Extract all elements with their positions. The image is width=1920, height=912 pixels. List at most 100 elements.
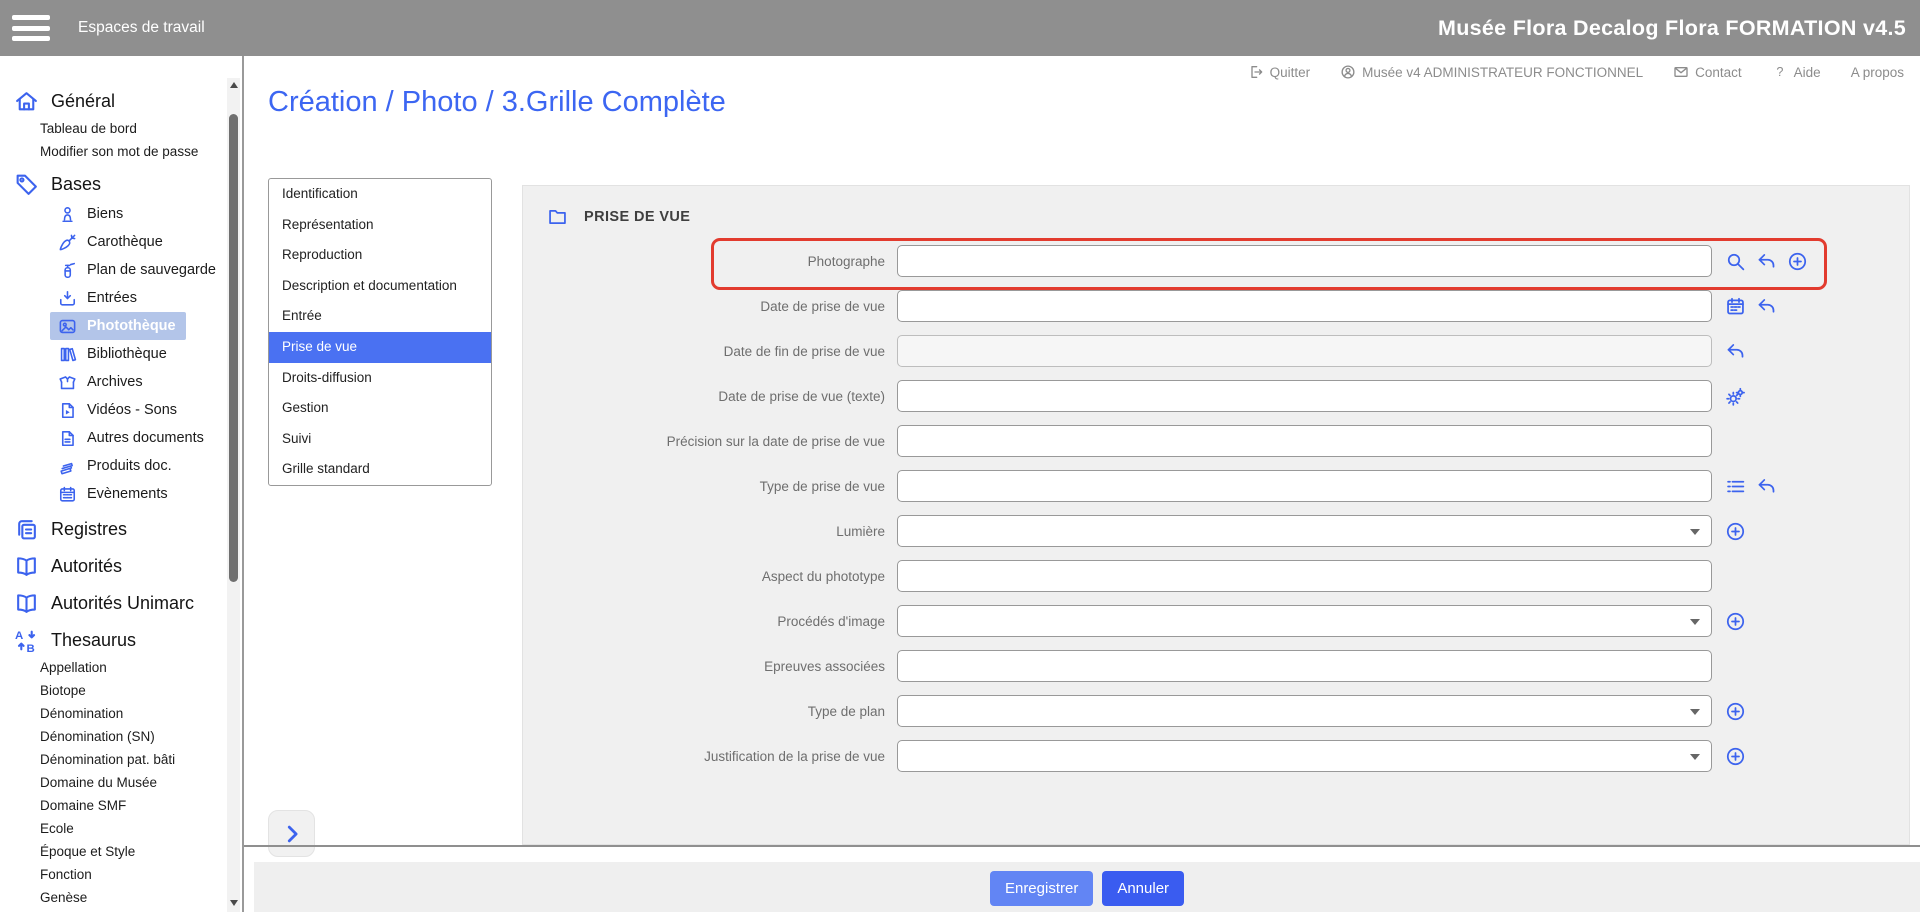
sidebar-item-plan-de-sauvegarde[interactable]: Plan de sauvegarde xyxy=(50,256,226,284)
sidebar-item-videos-sons[interactable]: Vidéos - Sons xyxy=(50,396,187,424)
input-date-de-prise-de-vue-texte[interactable] xyxy=(897,380,1712,412)
sidebar-item-produits-doc[interactable]: Produits doc. xyxy=(50,452,182,480)
calendar-grid-icon xyxy=(58,485,77,504)
svg-text:B: B xyxy=(27,642,35,652)
tab-entree[interactable]: Entrée xyxy=(269,301,491,332)
sidebar-item-biens[interactable]: Biens xyxy=(50,200,133,228)
sidebar-item-archives[interactable]: Archives xyxy=(50,368,153,396)
field-label: Lumière xyxy=(545,524,897,539)
header-link-a-propos[interactable]: A propos xyxy=(1851,65,1904,80)
dropdown-justification-de-la-prise-de-vue[interactable] xyxy=(897,740,1712,772)
tab-prise-de-vue[interactable]: Prise de vue xyxy=(269,332,491,363)
sidebar-link-epoque-et-style[interactable]: Époque et Style xyxy=(0,840,242,863)
form-rows: PhotographeDate de prise de vueDate de f… xyxy=(545,245,1909,772)
sidebar-link-tableau-de-bord[interactable]: Tableau de bord xyxy=(0,117,242,140)
dropdown-lumiere[interactable] xyxy=(897,515,1712,547)
sidebar-link-appellation[interactable]: Appellation xyxy=(0,656,242,679)
cancel-button[interactable]: Annuler xyxy=(1102,871,1184,906)
input-date-de-prise-de-vue[interactable] xyxy=(897,290,1712,322)
gears-icon[interactable] xyxy=(1725,386,1746,407)
scroll-up-icon[interactable] xyxy=(227,78,240,92)
sidebar-item-bibliotheque[interactable]: Bibliothèque xyxy=(50,340,177,368)
sidebar-section-registres[interactable]: Registres xyxy=(0,513,242,545)
undo-icon[interactable] xyxy=(1725,341,1746,362)
sidebar-nav: GénéralTableau de bordModifier son mot d… xyxy=(0,56,242,909)
tab-suivi[interactable]: Suivi xyxy=(269,424,491,455)
row-action-icons xyxy=(1725,521,1746,542)
form-row-aspect-du-phototype: Aspect du phototype xyxy=(545,560,1909,592)
tab-gestion[interactable]: Gestion xyxy=(269,393,491,424)
field-label: Type de plan xyxy=(545,704,897,719)
sidebar-section-autorites[interactable]: Autorités xyxy=(0,550,242,582)
tab-reproduction[interactable]: Reproduction xyxy=(269,240,491,271)
sidebar-section-bases[interactable]: Bases xyxy=(0,168,242,200)
calendar-icon[interactable] xyxy=(1725,296,1746,317)
sidebar-item-phototheque[interactable]: Photothèque xyxy=(50,312,186,340)
form-row-justification-de-la-prise-de-vue: Justification de la prise de vue xyxy=(545,740,1909,772)
workspace-label[interactable]: Espaces de travail xyxy=(78,19,205,37)
sidebar-link-modifier-son-mot-de-passe[interactable]: Modifier son mot de passe xyxy=(0,140,242,163)
input-photographe[interactable] xyxy=(897,245,1712,277)
sidebar-link-denomination-pat-bati[interactable]: Dénomination pat. bâti xyxy=(0,748,242,771)
group-title: PRISE DE VUE xyxy=(584,209,690,225)
folder-icon xyxy=(547,206,568,227)
input-aspect-du-phototype[interactable] xyxy=(897,560,1712,592)
header-link-label: A propos xyxy=(1851,65,1904,80)
application-window: Espaces de travail Musée Flora Decalog F… xyxy=(0,0,1920,912)
plus-circle-icon[interactable] xyxy=(1787,251,1808,272)
header-link-musee-v4-administrateur-fonctionnel[interactable]: Musée v4 ADMINISTRATEUR FONCTIONNEL xyxy=(1340,64,1643,80)
sidebar-link-domaine-du-musee[interactable]: Domaine du Musée xyxy=(0,771,242,794)
sidebar-item-evenements[interactable]: Evènements xyxy=(50,480,178,508)
open-book-icon xyxy=(14,591,39,616)
header-link-contact[interactable]: Contact xyxy=(1673,64,1742,80)
sidebar-label: Appellation xyxy=(40,660,107,675)
scroll-down-icon[interactable] xyxy=(227,896,240,910)
sidebar-label: Registres xyxy=(51,519,127,540)
field-label: Date de prise de vue (texte) xyxy=(545,389,897,404)
image-icon xyxy=(58,317,77,336)
sidebar-section-general[interactable]: Général xyxy=(0,85,242,117)
sidebar-link-domaine-smf[interactable]: Domaine SMF xyxy=(0,794,242,817)
plus-circle-icon[interactable] xyxy=(1725,611,1746,632)
tab-droits-diffusion[interactable]: Droits-diffusion xyxy=(269,363,491,394)
plus-circle-icon[interactable] xyxy=(1725,701,1746,722)
list-icon[interactable] xyxy=(1725,476,1746,497)
plus-circle-icon[interactable] xyxy=(1725,746,1746,767)
hamburger-menu-icon[interactable] xyxy=(12,15,50,41)
undo-icon[interactable] xyxy=(1756,296,1777,317)
tab-grille-standard[interactable]: Grille standard xyxy=(269,454,491,485)
sidebar-link-denomination-sn[interactable]: Dénomination (SN) xyxy=(0,725,242,748)
input-epreuves-associees[interactable] xyxy=(897,650,1712,682)
sidebar-item-carotheque[interactable]: Carothèque xyxy=(50,228,173,256)
tab-representation[interactable]: Représentation xyxy=(269,210,491,241)
scrollbar-thumb[interactable] xyxy=(229,114,238,582)
undo-icon[interactable] xyxy=(1756,251,1777,272)
sidebar-section-thesaurus[interactable]: ABThesaurus xyxy=(0,624,242,656)
sidebar-link-genese[interactable]: Genèse xyxy=(0,886,242,909)
sidebar-item-autres-documents[interactable]: Autres documents xyxy=(50,424,214,452)
tab-description-et-documentation[interactable]: Description et documentation xyxy=(269,271,491,302)
sidebar-link-ecole[interactable]: Ecole xyxy=(0,817,242,840)
plus-circle-icon[interactable] xyxy=(1725,521,1746,542)
sidebar-link-biotope[interactable]: Biotope xyxy=(0,679,242,702)
content-divider xyxy=(244,845,1920,847)
tab-identification[interactable]: Identification xyxy=(269,179,491,210)
dropdown-procedes-d-image[interactable] xyxy=(897,605,1712,637)
save-button[interactable]: Enregistrer xyxy=(990,871,1093,906)
sidebar-link-fonction[interactable]: Fonction xyxy=(0,863,242,886)
input-precision-sur-la-date-de-prise-de-vue[interactable] xyxy=(897,425,1712,457)
sidebar-link-denomination[interactable]: Dénomination xyxy=(0,702,242,725)
sidebar-label: Bibliothèque xyxy=(87,346,167,362)
header-link-aide[interactable]: ?Aide xyxy=(1772,64,1821,80)
sidebar-label: Bases xyxy=(51,174,101,195)
input-type-de-prise-de-vue[interactable] xyxy=(897,470,1712,502)
undo-icon[interactable] xyxy=(1756,476,1777,497)
field-label: Date de fin de prise de vue xyxy=(545,344,897,359)
search-icon[interactable] xyxy=(1725,251,1746,272)
dropdown-type-de-plan[interactable] xyxy=(897,695,1712,727)
collapse-panel-button[interactable] xyxy=(268,810,315,857)
sidebar-item-entrees[interactable]: Entrées xyxy=(50,284,147,312)
sidebar-section-autorites-unimarc[interactable]: Autorités Unimarc xyxy=(0,587,242,619)
sidebar-scrollbar[interactable] xyxy=(227,78,240,912)
header-link-quitter[interactable]: Quitter xyxy=(1248,64,1311,80)
